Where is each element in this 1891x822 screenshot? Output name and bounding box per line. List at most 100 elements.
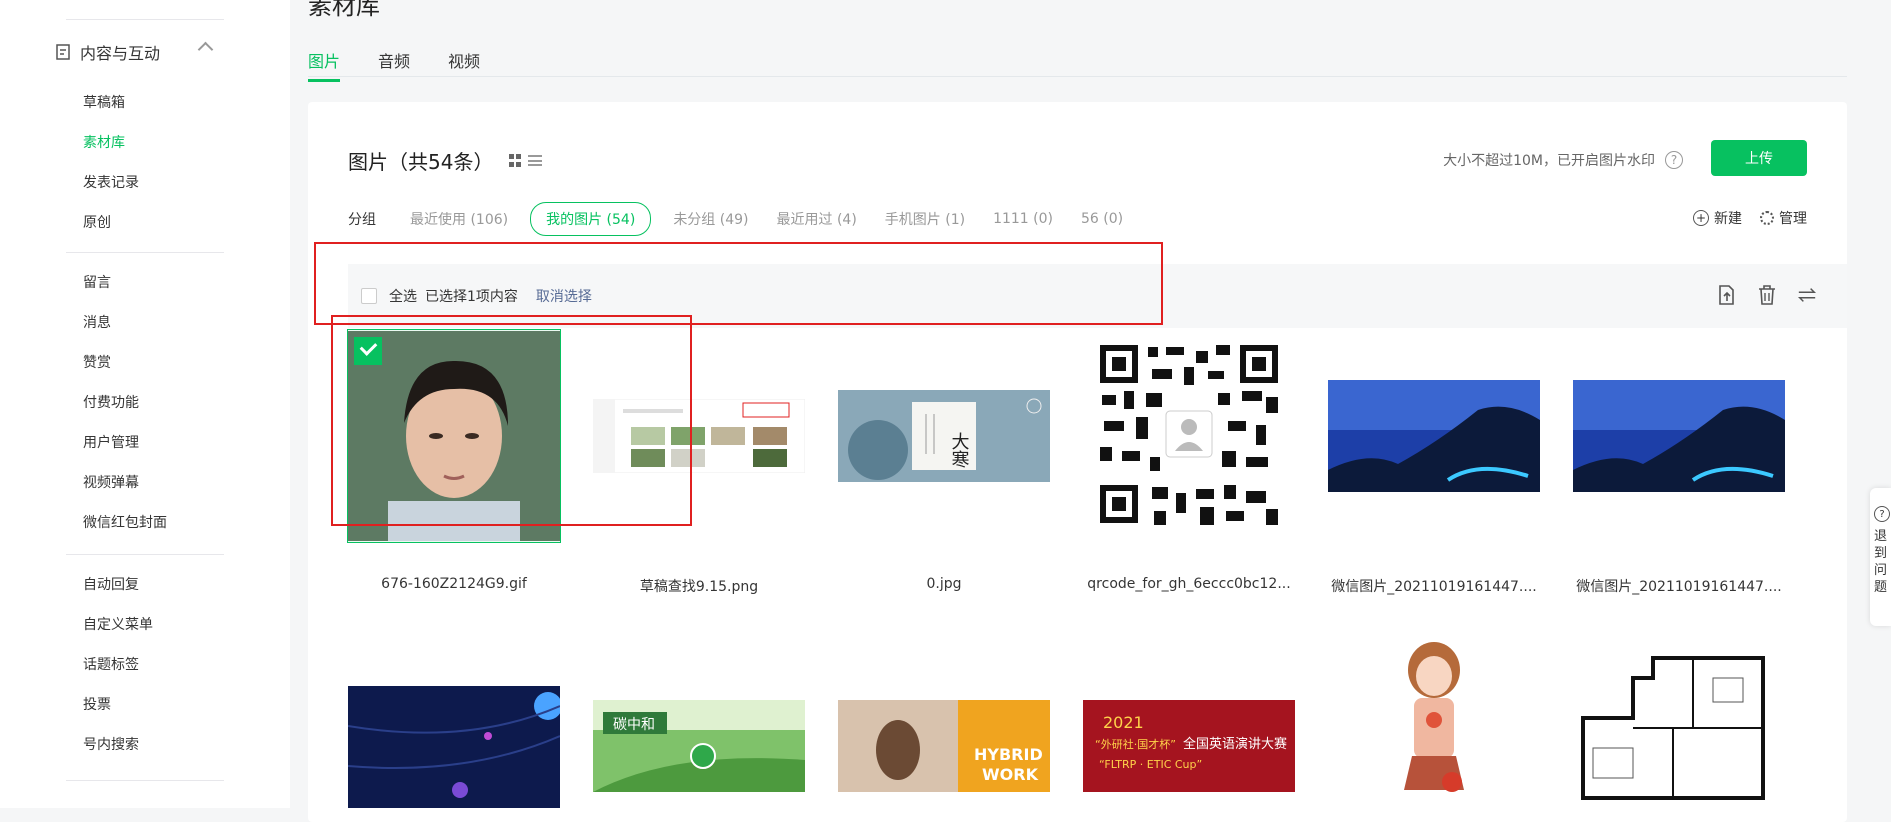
image-thumbnail[interactable]: 大寒 [838,330,1050,542]
manage-label: 管理 [1779,211,1807,227]
group-chip-1111[interactable]: 1111 (0) [993,205,1053,233]
gear-icon [1760,211,1774,225]
annotation-box-selection-bar [314,242,1163,325]
group-chip-mobile[interactable]: 手机图片 (1) [885,203,965,235]
question-icon: ? [1874,506,1890,522]
plus-icon: + [1693,210,1709,226]
sidebar-item-video-danmaku[interactable]: 视频弹幕 [83,472,139,492]
upload-limit: 大小不超过10M，已开启图片水印 ? [1443,150,1683,170]
help-tab-char: 到 [1874,546,1888,561]
sidebar-item-messages[interactable]: 消息 [83,312,111,332]
list-view-icon[interactable] [528,155,543,166]
help-tab-char: 问 [1874,563,1888,578]
dahan-image: 大寒 [838,390,1050,482]
sidebar-item-library[interactable]: 素材库 [83,132,125,152]
carbon-neutral-image: 碳中和 [593,700,805,792]
check-icon[interactable] [354,337,382,365]
sidebar-item-user-management[interactable]: 用户管理 [83,432,139,452]
image-name: 微信图片_20211019161447.... [1331,579,1537,595]
sidebar-item-voting[interactable]: 投票 [83,694,111,714]
image-count-title: 图片（共54条） [348,150,494,174]
english-contest-image: 2021 “外研社·国才杯” 全国英语演讲大赛 “FLTRP · ETIC Cu… [1083,700,1295,792]
image-card[interactable]: 碳中和 [593,700,805,796]
group-chip-recent[interactable]: 最近使用 (106) [410,203,508,235]
upload-limit-text: 大小不超过10M，已开启图片水印 [1443,153,1655,169]
manage-button[interactable]: 管理 [1760,208,1807,228]
annotation-box-selected-image [331,315,692,526]
help-side-tab[interactable]: ? 退 到 问 题 [1870,488,1891,626]
contest-cup: “FLTRP · ETIC Cup” [1099,758,1202,771]
dahan-title: 大寒 [949,432,970,468]
group-chip-56[interactable]: 56 (0) [1081,205,1123,233]
floor-plan-image [1573,648,1785,808]
tab-divider [308,76,1847,77]
swap-icon[interactable] [1797,284,1817,306]
image-name: 微信图片_20211019161447.... [1576,579,1782,595]
trash-icon[interactable] [1757,284,1777,306]
image-card[interactable] [1573,648,1785,812]
sidebar-divider [66,252,224,253]
move-file-icon[interactable] [1717,284,1737,306]
sidebar-divider [66,554,224,555]
sidebar-item-red-packet-cover[interactable]: 微信红包封面 [83,512,167,532]
help-tab-char: 退 [1874,529,1888,544]
cartoon-girl-image [1328,640,1540,810]
help-icon[interactable]: ? [1665,151,1683,169]
sidebar-divider [66,19,224,20]
group-chip-my-images[interactable]: 我的图片 (54) [530,202,652,236]
image-name: 676-160Z2124G9.gif [381,576,527,592]
view-toggle [509,154,543,167]
contest-title: 全国英语演讲大赛 [1183,736,1287,752]
group-chip-ungrouped[interactable]: 未分组 (49) [673,203,748,235]
grid-view-icon[interactable] [509,154,522,167]
sidebar-item-custom-menu[interactable]: 自定义菜单 [83,614,153,634]
night-scene-image [1573,380,1785,492]
image-thumbnail[interactable] [1328,330,1540,542]
image-card[interactable]: 大寒 0.jpg [838,330,1050,592]
image-thumbnail[interactable] [1573,330,1785,542]
qrcode-image [1096,341,1282,531]
sidebar-item-comments[interactable]: 留言 [83,272,111,292]
hybrid-text-1: HYBRID [974,745,1043,764]
contest-year: 2021 [1103,713,1144,732]
space-image [347,686,562,808]
sidebar-divider [66,780,224,781]
upload-button[interactable]: 上传 [1711,140,1807,176]
group-actions: + 新建 管理 [1693,208,1807,228]
night-scene-image [1328,380,1540,492]
contest-sub: “外研社·国才杯” [1095,737,1176,751]
image-card[interactable]: qrcode_for_gh_6eccc0bc12... [1083,330,1295,592]
sidebar-item-drafts[interactable]: 草稿箱 [83,92,125,112]
new-group-label: 新建 [1714,211,1742,227]
sidebar-item-original[interactable]: 原创 [83,212,111,232]
document-icon [56,44,70,60]
new-group-button[interactable]: + 新建 [1693,208,1742,228]
sidebar: 内容与互动 草稿箱 素材库 发表记录 原创 留言 消息 赞赏 付费功能 用户管理… [0,0,290,808]
carbon-sign-text: 碳中和 [613,717,655,733]
sidebar-group-content[interactable]: 内容与互动 [56,40,214,64]
image-name: 草稿查找9.15.png [639,579,759,595]
sidebar-item-in-account-search[interactable]: 号内搜索 [83,734,139,754]
image-card[interactable] [1328,640,1540,814]
sidebar-item-auto-reply[interactable]: 自动回复 [83,574,139,594]
card-title: 图片（共54条） [348,146,543,175]
image-thumbnail[interactable] [1083,330,1295,542]
image-card[interactable]: HYBRID WORK [838,700,1050,796]
image-card[interactable] [347,686,562,812]
chevron-up-icon[interactable] [197,41,214,58]
help-tab-char: 题 [1874,580,1888,595]
group-filter: 分组 最近使用 (106) 我的图片 (54) 未分组 (49) 最近用过 (4… [348,202,1151,236]
image-card[interactable]: 2021 “外研社·国才杯” 全国英语演讲大赛 “FLTRP · ETIC Cu… [1083,700,1295,796]
page-title: 素材库 [308,0,380,20]
image-card[interactable]: 微信图片_20211019161447.... [1573,330,1785,595]
group-label: 分组 [348,212,376,228]
hybrid-text-2: WORK [982,765,1039,784]
group-chip-recently-used[interactable]: 最近用过 (4) [777,203,857,235]
sidebar-item-rewards[interactable]: 赞赏 [83,352,111,372]
sidebar-item-paid-features[interactable]: 付费功能 [83,392,139,412]
hybrid-work-image: HYBRID WORK [838,700,1050,792]
sidebar-item-publish-records[interactable]: 发表记录 [83,172,139,192]
sidebar-item-topic-tags[interactable]: 话题标签 [83,654,139,674]
image-card[interactable]: 微信图片_20211019161447.... [1328,330,1540,595]
batch-actions [1717,284,1817,306]
